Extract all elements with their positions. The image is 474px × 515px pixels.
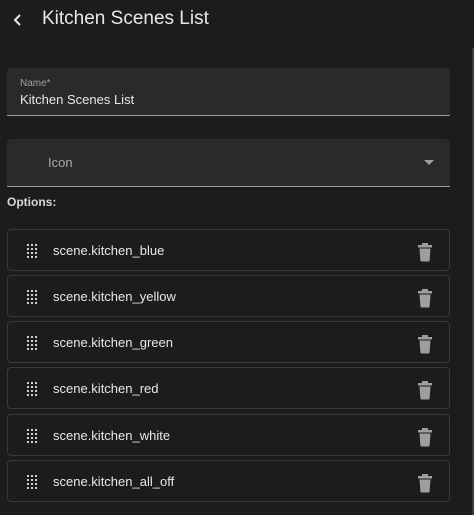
delete-option-button[interactable] bbox=[416, 473, 434, 493]
chevron-left-icon bbox=[13, 14, 21, 26]
option-row: scene.kitchen_blue bbox=[7, 229, 450, 271]
option-label: scene.kitchen_yellow bbox=[53, 289, 176, 304]
drag-handle-icon[interactable] bbox=[26, 429, 40, 443]
helper-edit-page: Kitchen Scenes List Name* Kitchen Scenes… bbox=[0, 0, 474, 515]
option-label: scene.kitchen_all_off bbox=[53, 474, 175, 489]
icon-select-placeholder: Icon bbox=[48, 155, 73, 170]
option-row: scene.kitchen_all_off bbox=[7, 460, 450, 502]
option-row: scene.kitchen_red bbox=[7, 367, 450, 409]
option-row: scene.kitchen_green bbox=[7, 321, 450, 363]
name-field-label: Name* bbox=[20, 78, 51, 89]
drag-handle-icon[interactable] bbox=[26, 336, 40, 350]
icon-select[interactable]: Icon bbox=[7, 139, 450, 187]
trash-icon bbox=[418, 289, 432, 308]
caret-down-icon bbox=[424, 160, 434, 165]
drag-handle-icon[interactable] bbox=[26, 244, 40, 258]
option-label: scene.kitchen_blue bbox=[53, 243, 165, 258]
option-label: scene.kitchen_white bbox=[53, 428, 171, 443]
option-label: scene.kitchen_green bbox=[53, 335, 173, 350]
options-heading: Options: bbox=[7, 195, 57, 209]
drag-handle-icon[interactable] bbox=[26, 382, 40, 396]
delete-option-button[interactable] bbox=[416, 242, 434, 262]
delete-option-button[interactable] bbox=[416, 380, 434, 400]
app-header: Kitchen Scenes List bbox=[0, 0, 474, 40]
option-label: scene.kitchen_red bbox=[53, 381, 159, 396]
back-button[interactable] bbox=[7, 9, 29, 31]
drag-handle-icon[interactable] bbox=[26, 475, 40, 489]
drag-handle-icon[interactable] bbox=[26, 290, 40, 304]
name-field-value[interactable]: Kitchen Scenes List bbox=[20, 92, 134, 107]
delete-option-button[interactable] bbox=[416, 288, 434, 308]
option-row: scene.kitchen_white bbox=[7, 414, 450, 456]
trash-icon bbox=[418, 381, 432, 400]
trash-icon bbox=[418, 243, 432, 262]
option-row: scene.kitchen_yellow bbox=[7, 275, 450, 317]
trash-icon bbox=[418, 428, 432, 447]
name-field[interactable]: Name* Kitchen Scenes List bbox=[7, 68, 450, 116]
delete-option-button[interactable] bbox=[416, 427, 434, 447]
delete-option-button[interactable] bbox=[416, 334, 434, 354]
trash-icon bbox=[418, 474, 432, 493]
page-title: Kitchen Scenes List bbox=[42, 8, 209, 29]
trash-icon bbox=[418, 335, 432, 354]
